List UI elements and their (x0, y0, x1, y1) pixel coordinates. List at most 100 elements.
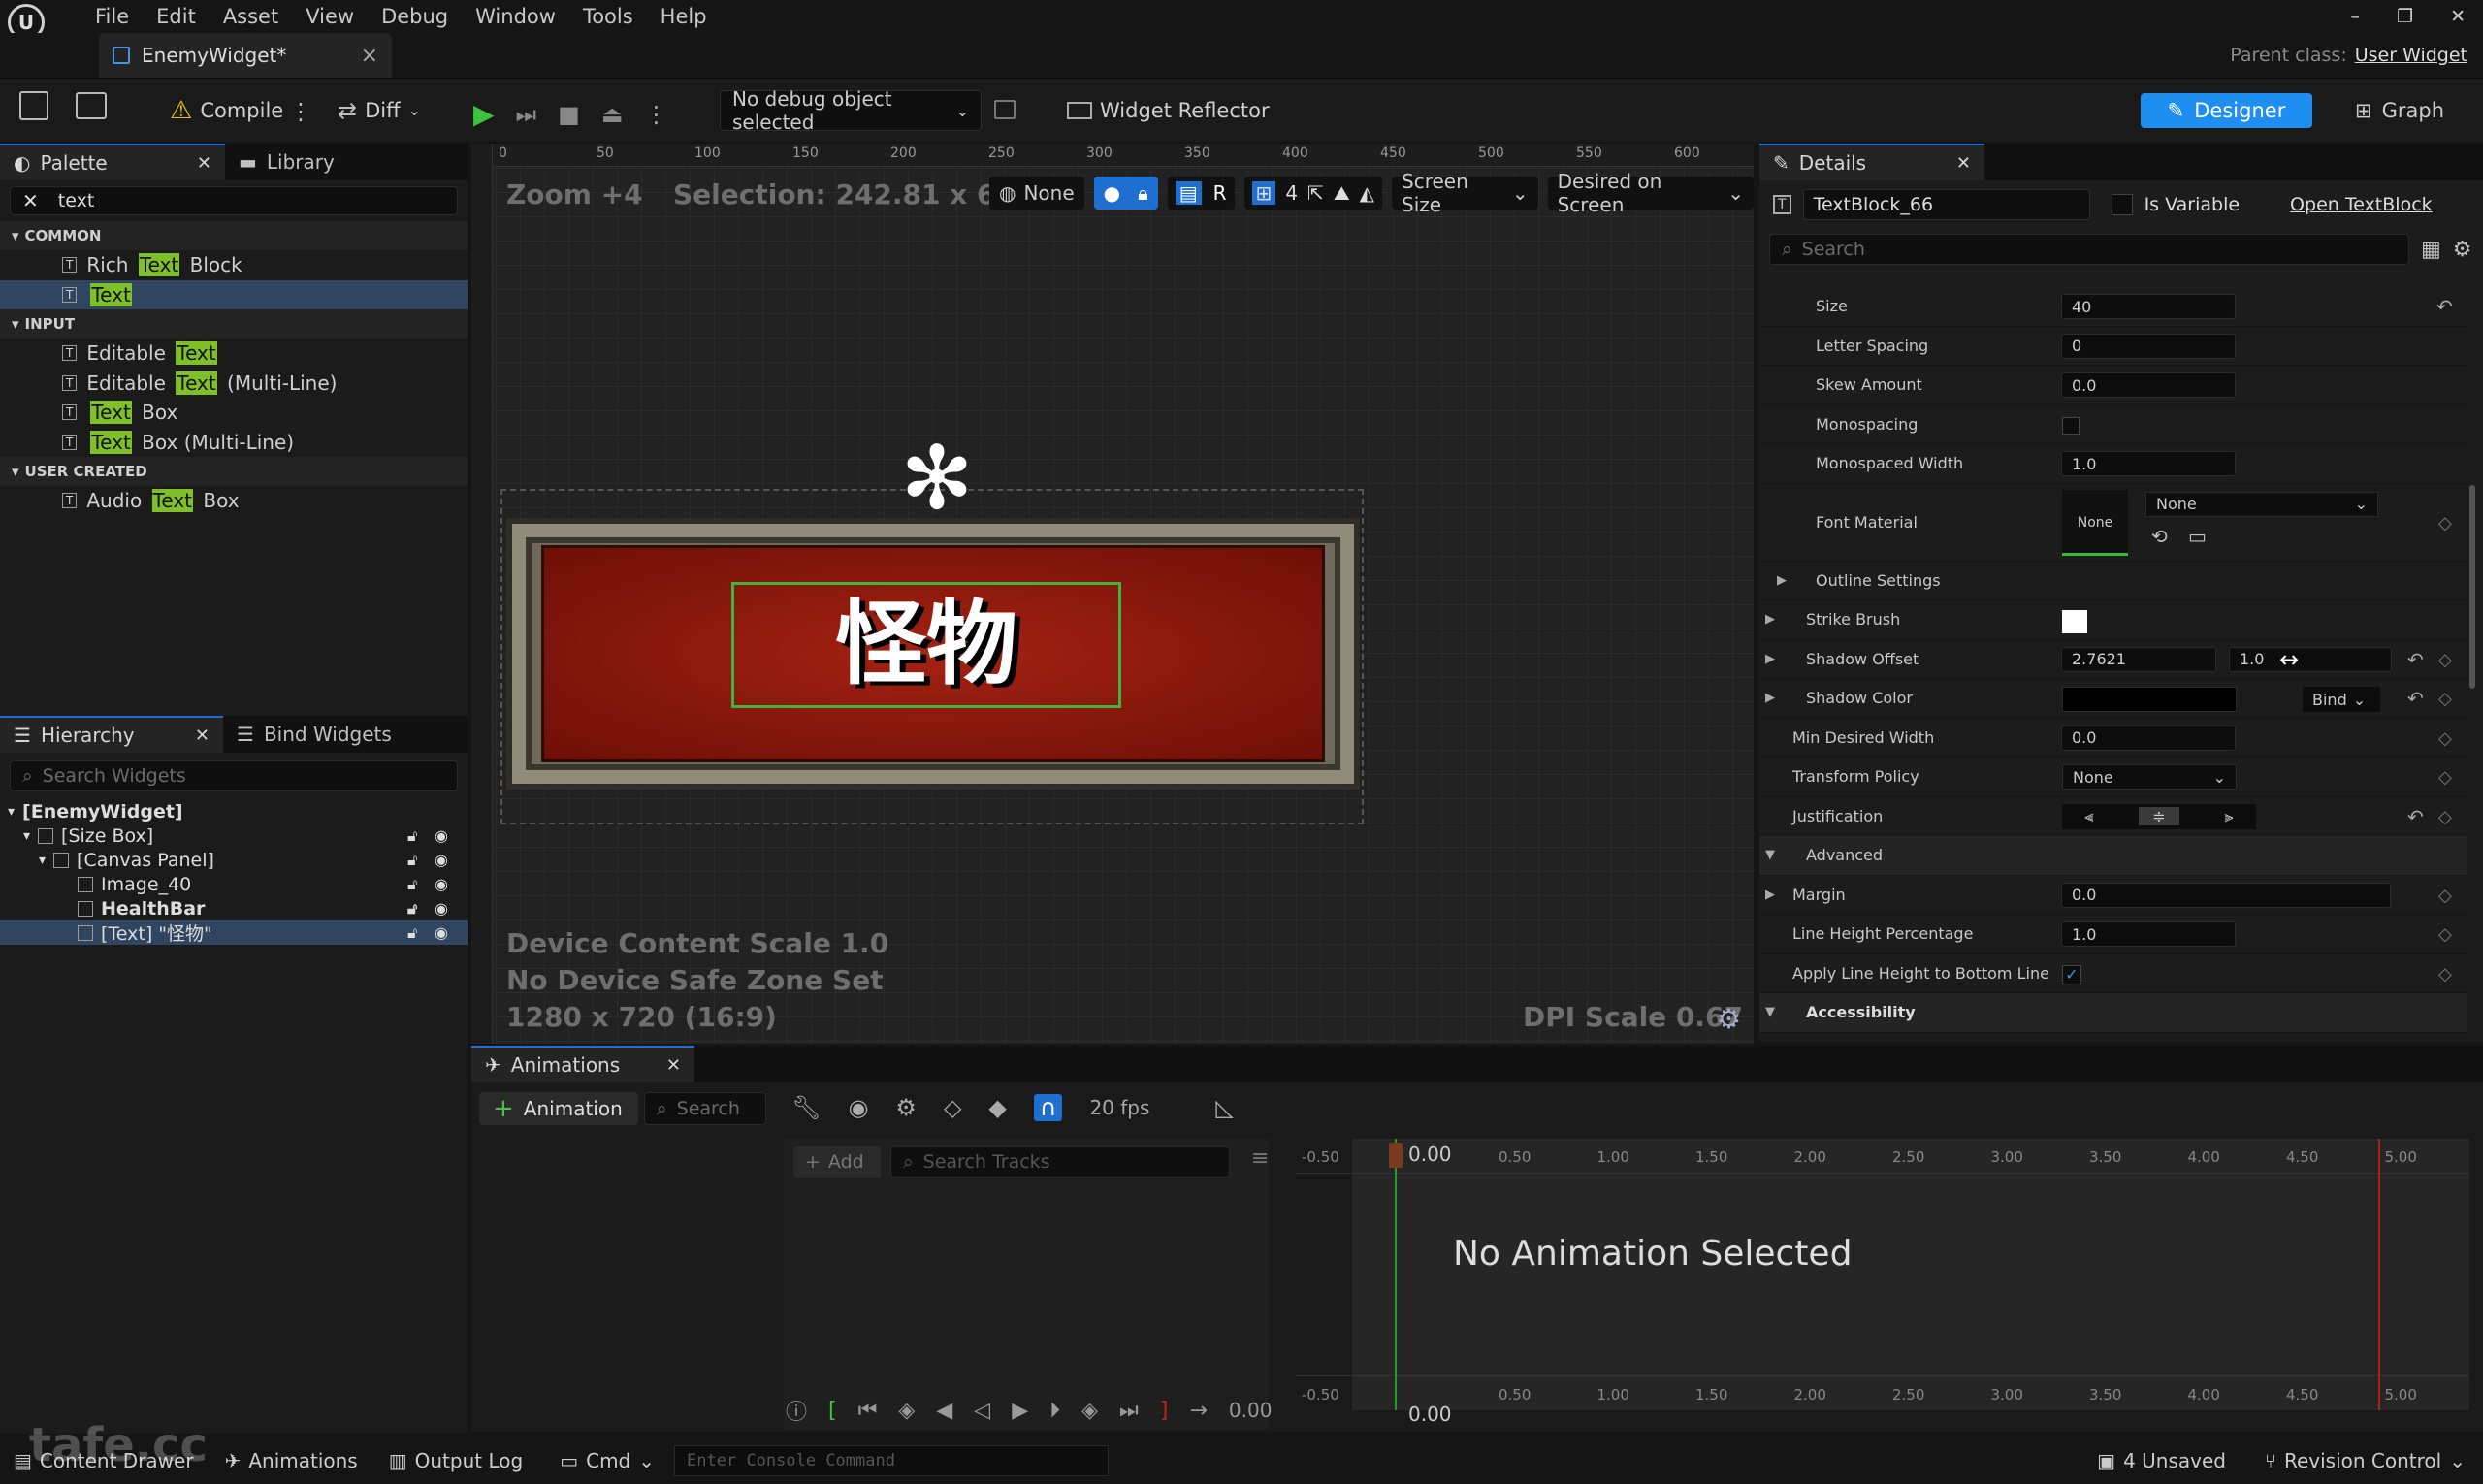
r-toggle[interactable]: R (1213, 181, 1227, 205)
details-scrollbar[interactable] (2469, 485, 2475, 689)
is-variable-checkbox[interactable] (2111, 194, 2133, 215)
align-right-icon[interactable]: ⫸ (2225, 807, 2234, 826)
playhead-handle[interactable] (1389, 1143, 1403, 1168)
menu-view[interactable]: View (292, 5, 368, 28)
out-marker-icon[interactable]: ] (1160, 1399, 1169, 1423)
bind-button[interactable]: Bind ⌄ (2303, 687, 2380, 712)
align-center-icon[interactable]: ≑ (2139, 807, 2179, 826)
reset-icon[interactable]: ↶ (2407, 805, 2424, 828)
tab-palette[interactable]: ◐ Palette ✕ (0, 144, 225, 180)
keyframe-diamond-icon[interactable]: ◇ (2438, 924, 2452, 945)
palette-search-input[interactable]: text (58, 190, 95, 211)
mirror-icon[interactable]: ◭ (1360, 181, 1374, 205)
grid-snap[interactable]: ⊞ 4 ⇱ ⛰ ◭ (1243, 177, 1383, 210)
eye-icon[interactable]: ◉ (435, 851, 448, 869)
shadow-offset-y[interactable]: 1.0 (2229, 646, 2392, 672)
restore-button[interactable]: ❐ (2397, 6, 2413, 27)
revision-control-button[interactable]: ⑂ Revision Control ⌄ (2265, 1449, 2466, 1472)
reset-icon[interactable]: ↶ (2407, 648, 2424, 671)
prop-value-field[interactable]: 0.0 (2061, 882, 2391, 908)
reset-icon[interactable]: ↶ (2407, 687, 2424, 710)
palette-category[interactable]: ▾ USER CREATED (0, 457, 468, 486)
play-icon[interactable]: ▶ (1012, 1399, 1028, 1423)
gear-icon[interactable]: ⚙ (895, 1094, 917, 1121)
menu-file[interactable]: File (81, 5, 143, 28)
lock-icon[interactable]: 🔓︎ (407, 875, 417, 894)
loop-icon[interactable]: → (1189, 1399, 1207, 1423)
justification-buttons[interactable]: ⫷ ≑ ⫸ (2062, 803, 2256, 829)
eye-icon[interactable]: ◉ (435, 875, 448, 893)
tab-animations[interactable]: ✈ Animations ✕ (471, 1046, 694, 1082)
save-icon[interactable] (19, 91, 48, 120)
in-marker-icon[interactable]: [ (828, 1399, 837, 1423)
browse-icon[interactable] (76, 92, 107, 119)
widget-name-field[interactable]: TextBlock_66 (1802, 189, 2090, 220)
step-icon[interactable]: ⏭ (516, 101, 537, 128)
screen-size-select[interactable]: Screen Size ⌄ (1392, 170, 1538, 216)
menu-tools[interactable]: Tools (569, 5, 647, 28)
details-search[interactable]: ⌕ Search (1769, 234, 2409, 265)
menu-asset[interactable]: Asset (210, 5, 292, 28)
chevron-down-icon[interactable]: ▾ (23, 828, 30, 844)
palette-item[interactable]: T Editable Text (0, 339, 468, 369)
clear-search-icon[interactable]: ✕ (22, 189, 39, 212)
play-options-icon[interactable]: ⋮ (645, 101, 668, 128)
keyframe-diamond-icon[interactable]: ◇ (2438, 964, 2452, 984)
keyframe-diamond-icon[interactable]: ◇ (2438, 513, 2452, 533)
keyframe-diamond-icon[interactable]: ◇ (2438, 728, 2452, 749)
filter-icon[interactable]: ≡ (1251, 1146, 1269, 1171)
chevron-down-icon[interactable]: ▼ (1765, 1005, 1775, 1019)
keyframe-diamond-icon[interactable]: ◇ (2438, 886, 2452, 906)
palette-item[interactable]: T Text (0, 279, 468, 309)
prop-value-field[interactable]: 1.0 (2061, 921, 2236, 948)
prop-value-field[interactable]: 1.0 (2061, 451, 2236, 477)
parent-class-link[interactable]: User Widget (2355, 45, 2467, 66)
tab-hierarchy[interactable]: ☰ Hierarchy ✕ (0, 716, 223, 753)
chevron-down-icon[interactable]: ▼ (1765, 848, 1775, 862)
keyframe-icon[interactable]: ◇ (944, 1094, 961, 1121)
lock-icon[interactable]: 🔓︎ (407, 851, 417, 870)
stop-icon[interactable]: ■ (558, 101, 580, 128)
hierarchy-row[interactable]: Image_40 🔓︎ ◉ (0, 872, 468, 896)
prop-value-field[interactable]: 0 (2061, 333, 2236, 359)
palette-search[interactable]: ✕ text (10, 186, 458, 215)
key-icon[interactable]: ◆ (988, 1094, 1006, 1121)
tab-library[interactable]: ▬ Library (225, 144, 348, 180)
anchor-icon[interactable]: ✻ (892, 435, 982, 524)
chevron-right-icon[interactable]: ▶ (1777, 573, 1787, 588)
chevron-right-icon[interactable]: ▶ (1765, 652, 1775, 666)
next-key-icon[interactable]: ◈ (1081, 1399, 1098, 1423)
console-input[interactable]: Enter Console Command (674, 1445, 1110, 1476)
hierarchy-row[interactable]: HealthBar 🔓︎ ◉ (0, 896, 468, 920)
palette-item[interactable]: T Text Box (0, 398, 468, 428)
chevron-right-icon[interactable]: ▶ (1765, 612, 1775, 627)
prop-value-field[interactable]: 40 (2061, 294, 2236, 320)
lock-toggle[interactable]: ● 🔒︎ (1093, 177, 1158, 210)
details-search-input[interactable]: Search (1802, 239, 1865, 260)
menu-window[interactable]: Window (462, 5, 569, 28)
hierarchy-search-input[interactable]: Search Widgets (43, 765, 186, 787)
desired-size-select[interactable]: Desired on Screen ⌄ (1547, 170, 1754, 216)
reset-icon[interactable]: ↶ (2436, 295, 2453, 318)
menu-edit[interactable]: Edit (143, 5, 210, 28)
close-tab-icon[interactable]: ✕ (197, 153, 211, 174)
lock-icon[interactable]: 🔓︎ (407, 826, 417, 846)
designer-viewport[interactable]: 0 50 100 150 200 250 300 350 400 450 500 550 600 Zoo… (471, 144, 1754, 1044)
widget-reflector-button[interactable]: Widget Reflector (1057, 91, 1279, 130)
close-tab-icon[interactable]: × (361, 44, 378, 68)
palette-category[interactable]: ▾ INPUT (0, 309, 468, 339)
eye-icon[interactable]: ◉ (848, 1094, 868, 1121)
localization-select[interactable]: ◍ None (989, 177, 1084, 210)
play-reverse-icon[interactable]: ◁ (974, 1399, 990, 1423)
shadow-color-swatch[interactable] (2062, 687, 2237, 712)
compile-options-icon[interactable]: ⋮ (289, 100, 312, 123)
unsaved-button[interactable]: ▣ 4 Unsaved (2097, 1449, 2226, 1472)
timeline-area[interactable] (1296, 1139, 2469, 1410)
snap-icon[interactable]: ∩ (1033, 1094, 1063, 1121)
align-left-icon[interactable]: ⫷ (2084, 807, 2093, 826)
keyframe-diamond-icon[interactable]: ◇ (2438, 807, 2452, 827)
document-tab[interactable]: EnemyWidget* × (99, 33, 392, 78)
prop-value-field[interactable]: 0.0 (2061, 372, 2236, 399)
tab-bind-widgets[interactable]: ☰ Bind Widgets (223, 716, 405, 753)
lock-icon[interactable]: 🔓︎ (407, 899, 417, 919)
